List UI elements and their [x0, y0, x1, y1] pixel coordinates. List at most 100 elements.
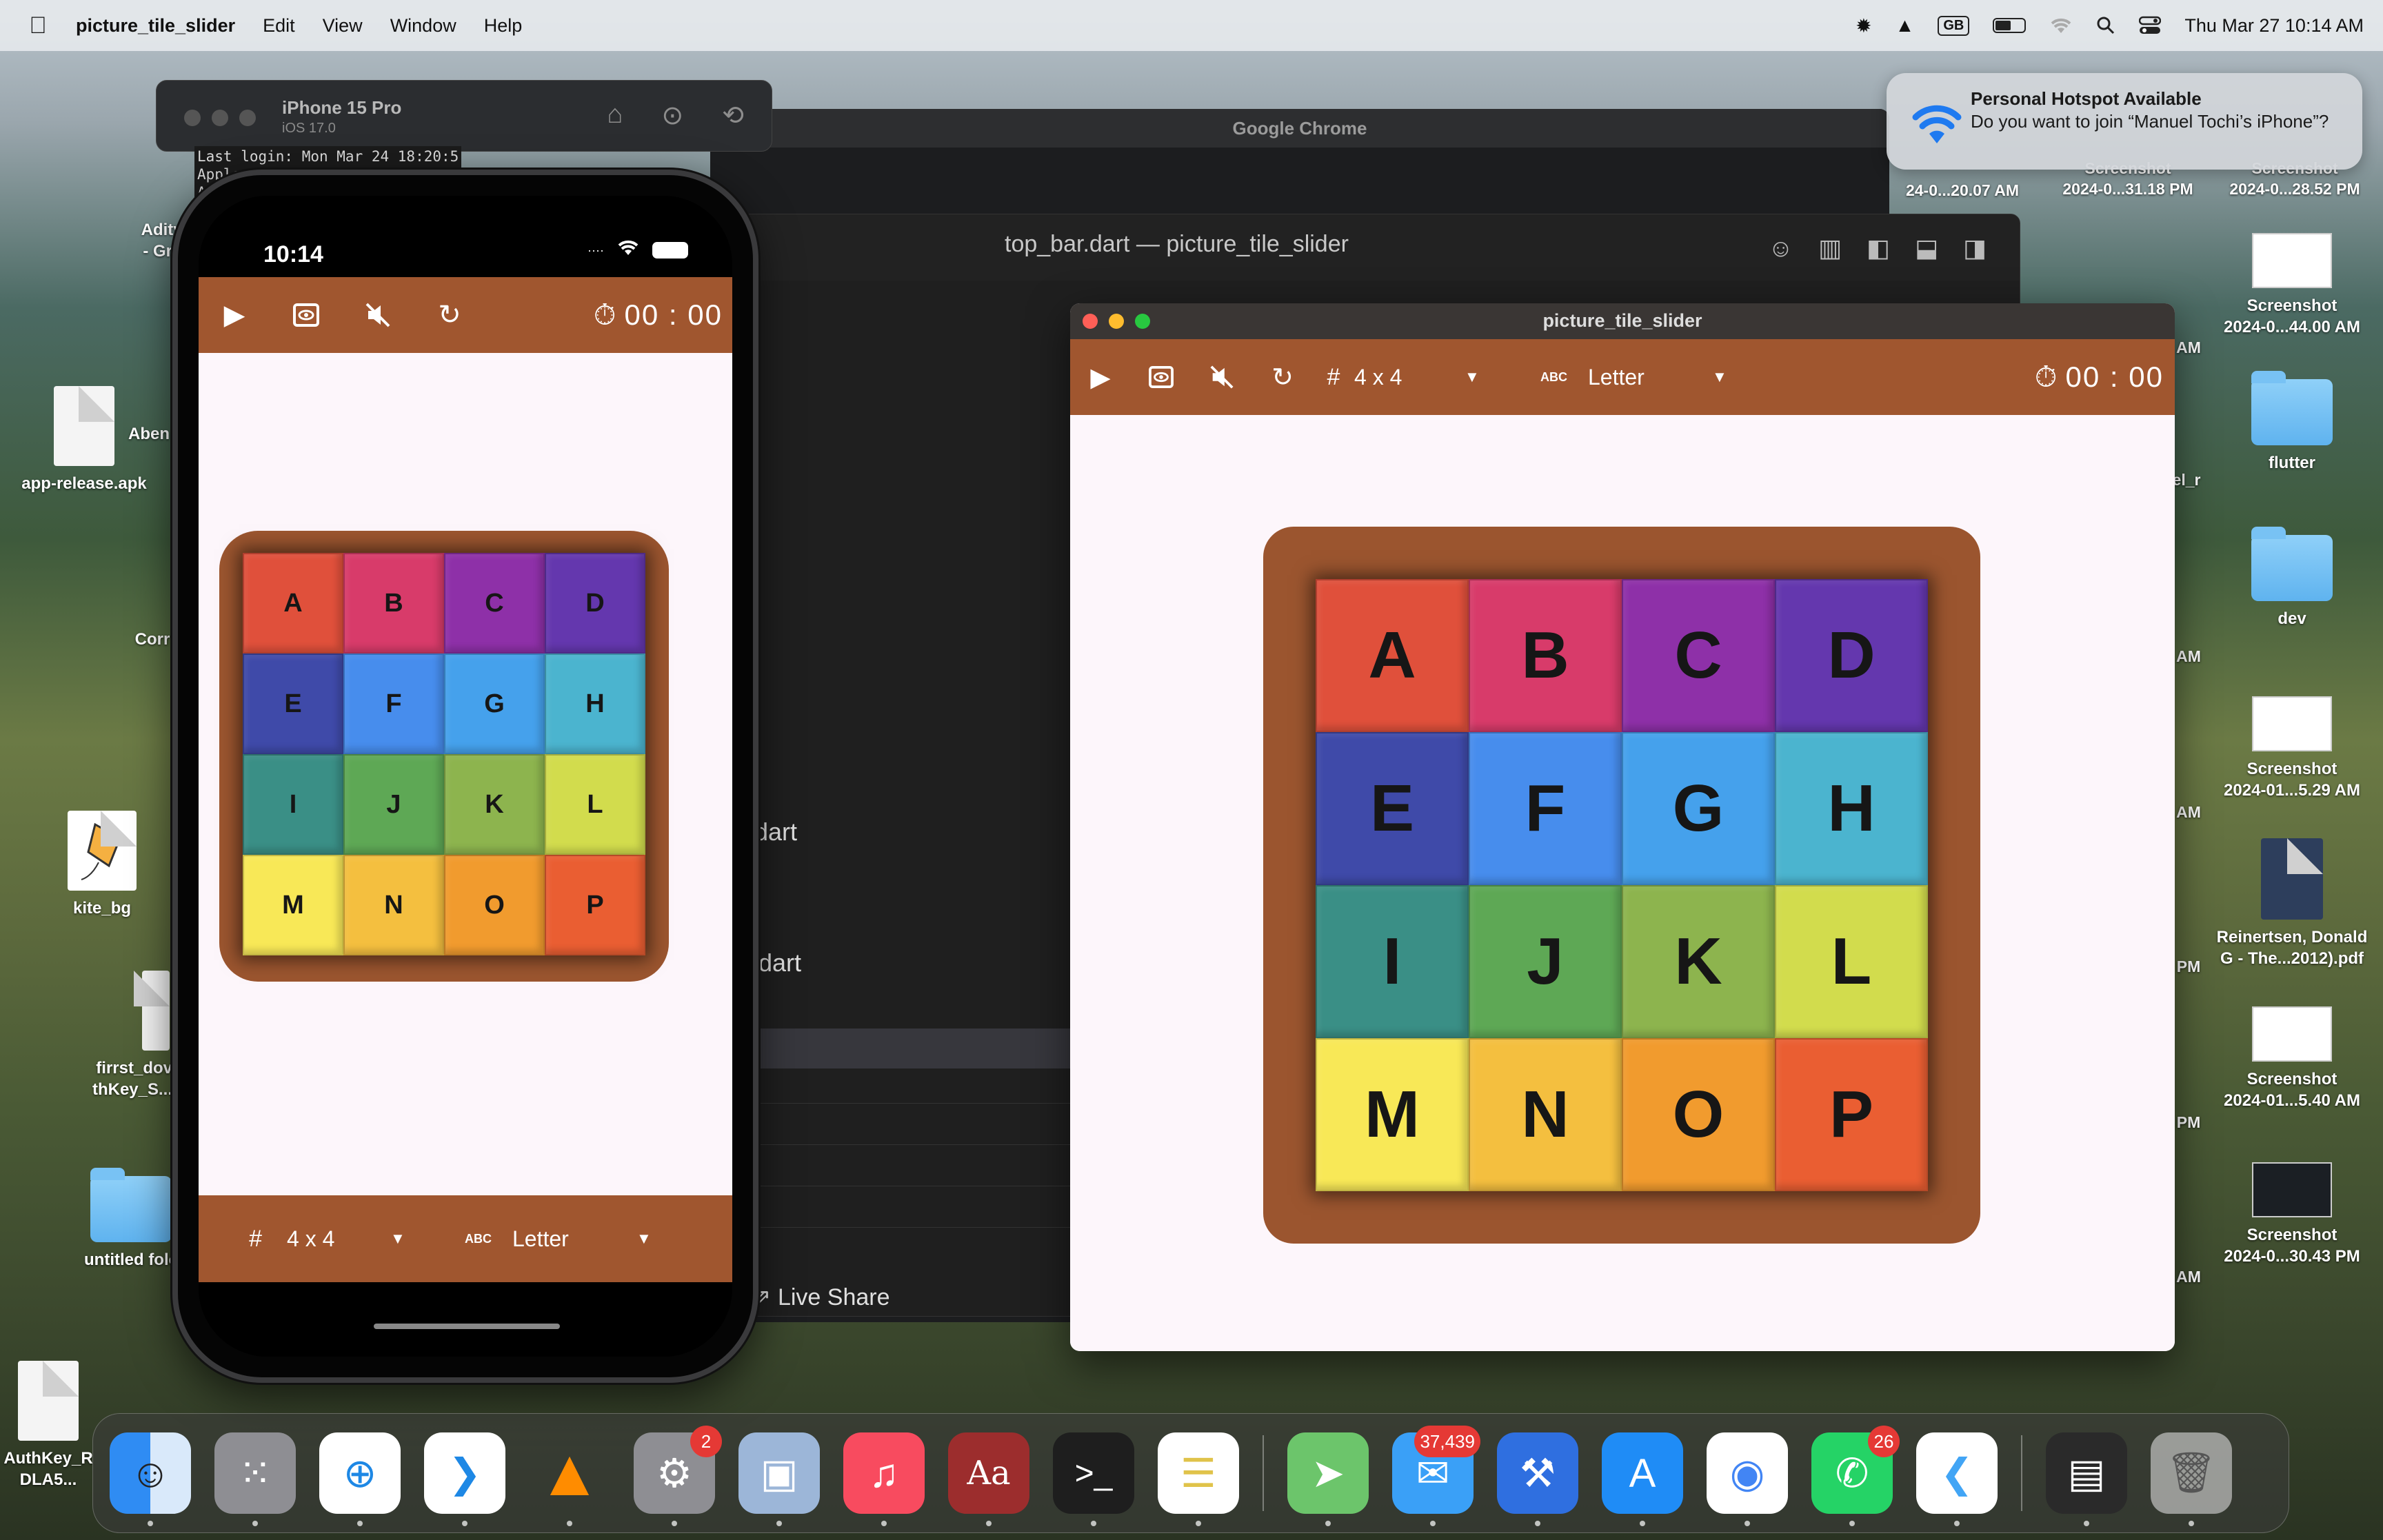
toggle-secondary-sidebar-icon[interactable]: ◨ — [1963, 234, 1987, 263]
dock-safari-icon[interactable]: ⊕ — [319, 1432, 401, 1526]
puzzle-tile[interactable]: H — [545, 654, 645, 754]
copilot-icon[interactable]: ☺ — [1768, 234, 1793, 263]
puzzle-tile[interactable]: G — [1622, 732, 1775, 885]
puzzle-tile[interactable]: N — [343, 855, 444, 955]
dock-preview-icon[interactable]: ▣ — [738, 1432, 820, 1526]
puzzle-tile[interactable]: F — [1469, 732, 1622, 885]
grid-size-select[interactable]: 4 x 4 ▼ — [1354, 365, 1499, 390]
dock-vscode-icon[interactable]: ❯ — [424, 1432, 505, 1526]
desktop-item-flutter[interactable]: flutter — [2241, 371, 2343, 474]
menu-app-name[interactable]: picture_tile_slider — [76, 15, 235, 37]
desktop-item-kite-bg[interactable]: kite_bg — [33, 811, 171, 919]
desktop-item-authkey[interactable]: AuthKey_R DLA5... — [0, 1361, 97, 1490]
minimize-window-button[interactable] — [212, 110, 228, 126]
tile-mode-select[interactable]: Letter ▼ — [512, 1226, 657, 1252]
picture-tile-slider-window[interactable]: picture_tile_slider ▶ ↻ # 4 x 4 ▼ ABC Le… — [1070, 303, 2175, 1351]
live-share-button[interactable]: ⇗ Live Share — [752, 1284, 890, 1311]
desktop-partial-label[interactable]: 24-0...20.07 AM — [1893, 181, 2031, 201]
puzzle-tile[interactable]: C — [1622, 579, 1775, 732]
mute-button[interactable] — [1192, 339, 1252, 415]
hotspot-notification[interactable]: Personal Hotspot Available Do you want t… — [1887, 73, 2362, 170]
mute-button[interactable] — [342, 277, 414, 353]
iphone-screen[interactable]: 10:14 ···· ▶ ↻ ⏱ 00 : 00 ABCDEFGHI J K L… — [199, 196, 732, 1357]
desktop-item-app-release[interactable]: app-release.apk — [0, 386, 168, 494]
puzzle-tile[interactable]: J — [343, 754, 444, 855]
play-button[interactable]: ▶ — [199, 277, 270, 353]
keyboard-layout-badge[interactable]: GB — [1938, 15, 1970, 36]
puzzle-tile[interactable]: L — [1775, 885, 1928, 1038]
toggle-sidebar-icon[interactable]: ◧ — [1867, 234, 1890, 263]
dock-vlc-icon[interactable]: ▲ — [529, 1432, 610, 1526]
dock-chrome-icon[interactable]: ◉ — [1707, 1432, 1788, 1526]
play-button[interactable]: ▶ — [1070, 339, 1131, 415]
desktop-item-screenshot-2[interactable]: Screenshot 2024-01...5.29 AM — [2209, 696, 2375, 801]
vscode-file-item[interactable]: .dart — [752, 949, 801, 977]
puzzle-tile[interactable]: I — [243, 754, 343, 855]
desktop-item-screenshot-3[interactable]: Screenshot 2024-01...5.40 AM — [2209, 1006, 2375, 1111]
desktop-item-screenshot-1[interactable]: Screenshot 2024-0...44.00 AM — [2209, 233, 2375, 338]
dock-terminal-icon[interactable]: >_ — [1053, 1432, 1134, 1526]
preview-button[interactable] — [1131, 339, 1192, 415]
menu-edit[interactable]: Edit — [263, 15, 295, 37]
restart-button[interactable]: ↻ — [1252, 339, 1313, 415]
puzzle-tile[interactable]: D — [1775, 579, 1928, 732]
control-center-icon[interactable] — [2139, 16, 2162, 35]
dock-settings-icon[interactable]: ⚙ 2 — [634, 1426, 722, 1526]
home-icon[interactable]: ⌂ — [607, 100, 623, 131]
simulator-toolbar[interactable]: iPhone 15 Pro iOS 17.0 ⌂ ⊙ ⟲ — [156, 80, 772, 152]
puzzle-tile[interactable]: E — [1316, 732, 1469, 885]
puzzle-tile[interactable]: A — [243, 553, 343, 654]
layout-icon[interactable]: ▥ — [1818, 234, 1842, 263]
desktop-item-reinertsen-pdf[interactable]: Reinertsen, Donald G - The...2012).pdf — [2204, 838, 2380, 969]
preview-button[interactable] — [270, 277, 342, 353]
puzzle-tile[interactable]: H — [1775, 732, 1928, 885]
desktop-partial-label[interactable]: PM — [2175, 957, 2202, 977]
puzzle-tile[interactable]: K — [444, 754, 545, 855]
menu-view[interactable]: View — [323, 15, 363, 37]
puzzle-tile[interactable]: P — [545, 855, 645, 955]
dock-music-icon[interactable]: ♫ — [843, 1432, 925, 1526]
screenshot-icon[interactable]: ⊙ — [661, 100, 683, 131]
dock-mail-icon[interactable]: ✉ 37,439 — [1392, 1426, 1480, 1526]
puzzle-tile[interactable]: O — [444, 855, 545, 955]
puzzle-tile[interactable]: F — [343, 654, 444, 754]
close-window-button[interactable] — [184, 110, 201, 126]
dock-maps-icon[interactable]: ➤ — [1287, 1432, 1369, 1526]
apple-menu-icon[interactable]:  — [0, 12, 76, 39]
dock-appstore-icon[interactable]: A — [1602, 1432, 1683, 1526]
puzzle-tile[interactable]: M — [243, 855, 343, 955]
dock-flutter-icon[interactable]: ❮ — [1916, 1432, 1998, 1526]
desktop-item-corr[interactable]: Corr — [128, 629, 177, 650]
grid-size-select[interactable]: 4 x 4 ▼ — [287, 1226, 432, 1252]
desktop-partial-label[interactable]: AM — [2175, 338, 2202, 358]
desktop-partial-label[interactable]: PM — [2175, 1113, 2202, 1133]
puzzle-tile[interactable]: N — [1469, 1038, 1622, 1191]
desktop-item-firrst-dov[interactable]: firrst_dov thKey_S... — [90, 971, 172, 1100]
desktop-partial-label[interactable]: AM — [2175, 647, 2202, 667]
puzzle-tile[interactable]: L — [545, 754, 645, 855]
puzzle-tile[interactable]: C — [444, 553, 545, 654]
dock-dictionary-icon[interactable]: Aa — [948, 1432, 1029, 1526]
puzzle-tile[interactable]: A — [1316, 579, 1469, 732]
puzzle-tile[interactable]: B — [343, 553, 444, 654]
toggle-panel-icon[interactable]: ⬓ — [1915, 234, 1938, 263]
menu-window[interactable]: Window — [390, 15, 456, 37]
vscode-file-item[interactable]: dart — [754, 818, 797, 847]
puzzle-tile[interactable]: J — [1469, 885, 1622, 1038]
vlc-status-icon[interactable]: ▲ — [1896, 14, 1915, 37]
puzzle-tile[interactable]: D — [545, 553, 645, 654]
home-indicator[interactable] — [374, 1324, 560, 1329]
battery-icon[interactable] — [1993, 18, 2027, 33]
puzzle-tile[interactable]: P — [1775, 1038, 1928, 1191]
dock-notes-icon[interactable]: ☰ — [1158, 1432, 1239, 1526]
iphone-simulator[interactable]: 10:14 ···· ▶ ↻ ⏱ 00 : 00 ABCDEFGHI J K L… — [172, 170, 758, 1383]
desktop-partial-label[interactable]: AM — [2175, 802, 2202, 823]
puzzle-tile[interactable]: I — [1316, 885, 1469, 1038]
menu-help[interactable]: Help — [484, 15, 523, 37]
spotlight-search-icon[interactable] — [2096, 16, 2115, 35]
puzzle-tile[interactable]: G — [444, 654, 545, 754]
zoom-window-button[interactable] — [239, 110, 256, 126]
dock-trash-icon[interactable]: 🗑 — [2151, 1432, 2232, 1526]
dock-finder-icon[interactable]: ☺ — [110, 1432, 191, 1526]
puzzle-tile[interactable]: E — [243, 654, 343, 754]
